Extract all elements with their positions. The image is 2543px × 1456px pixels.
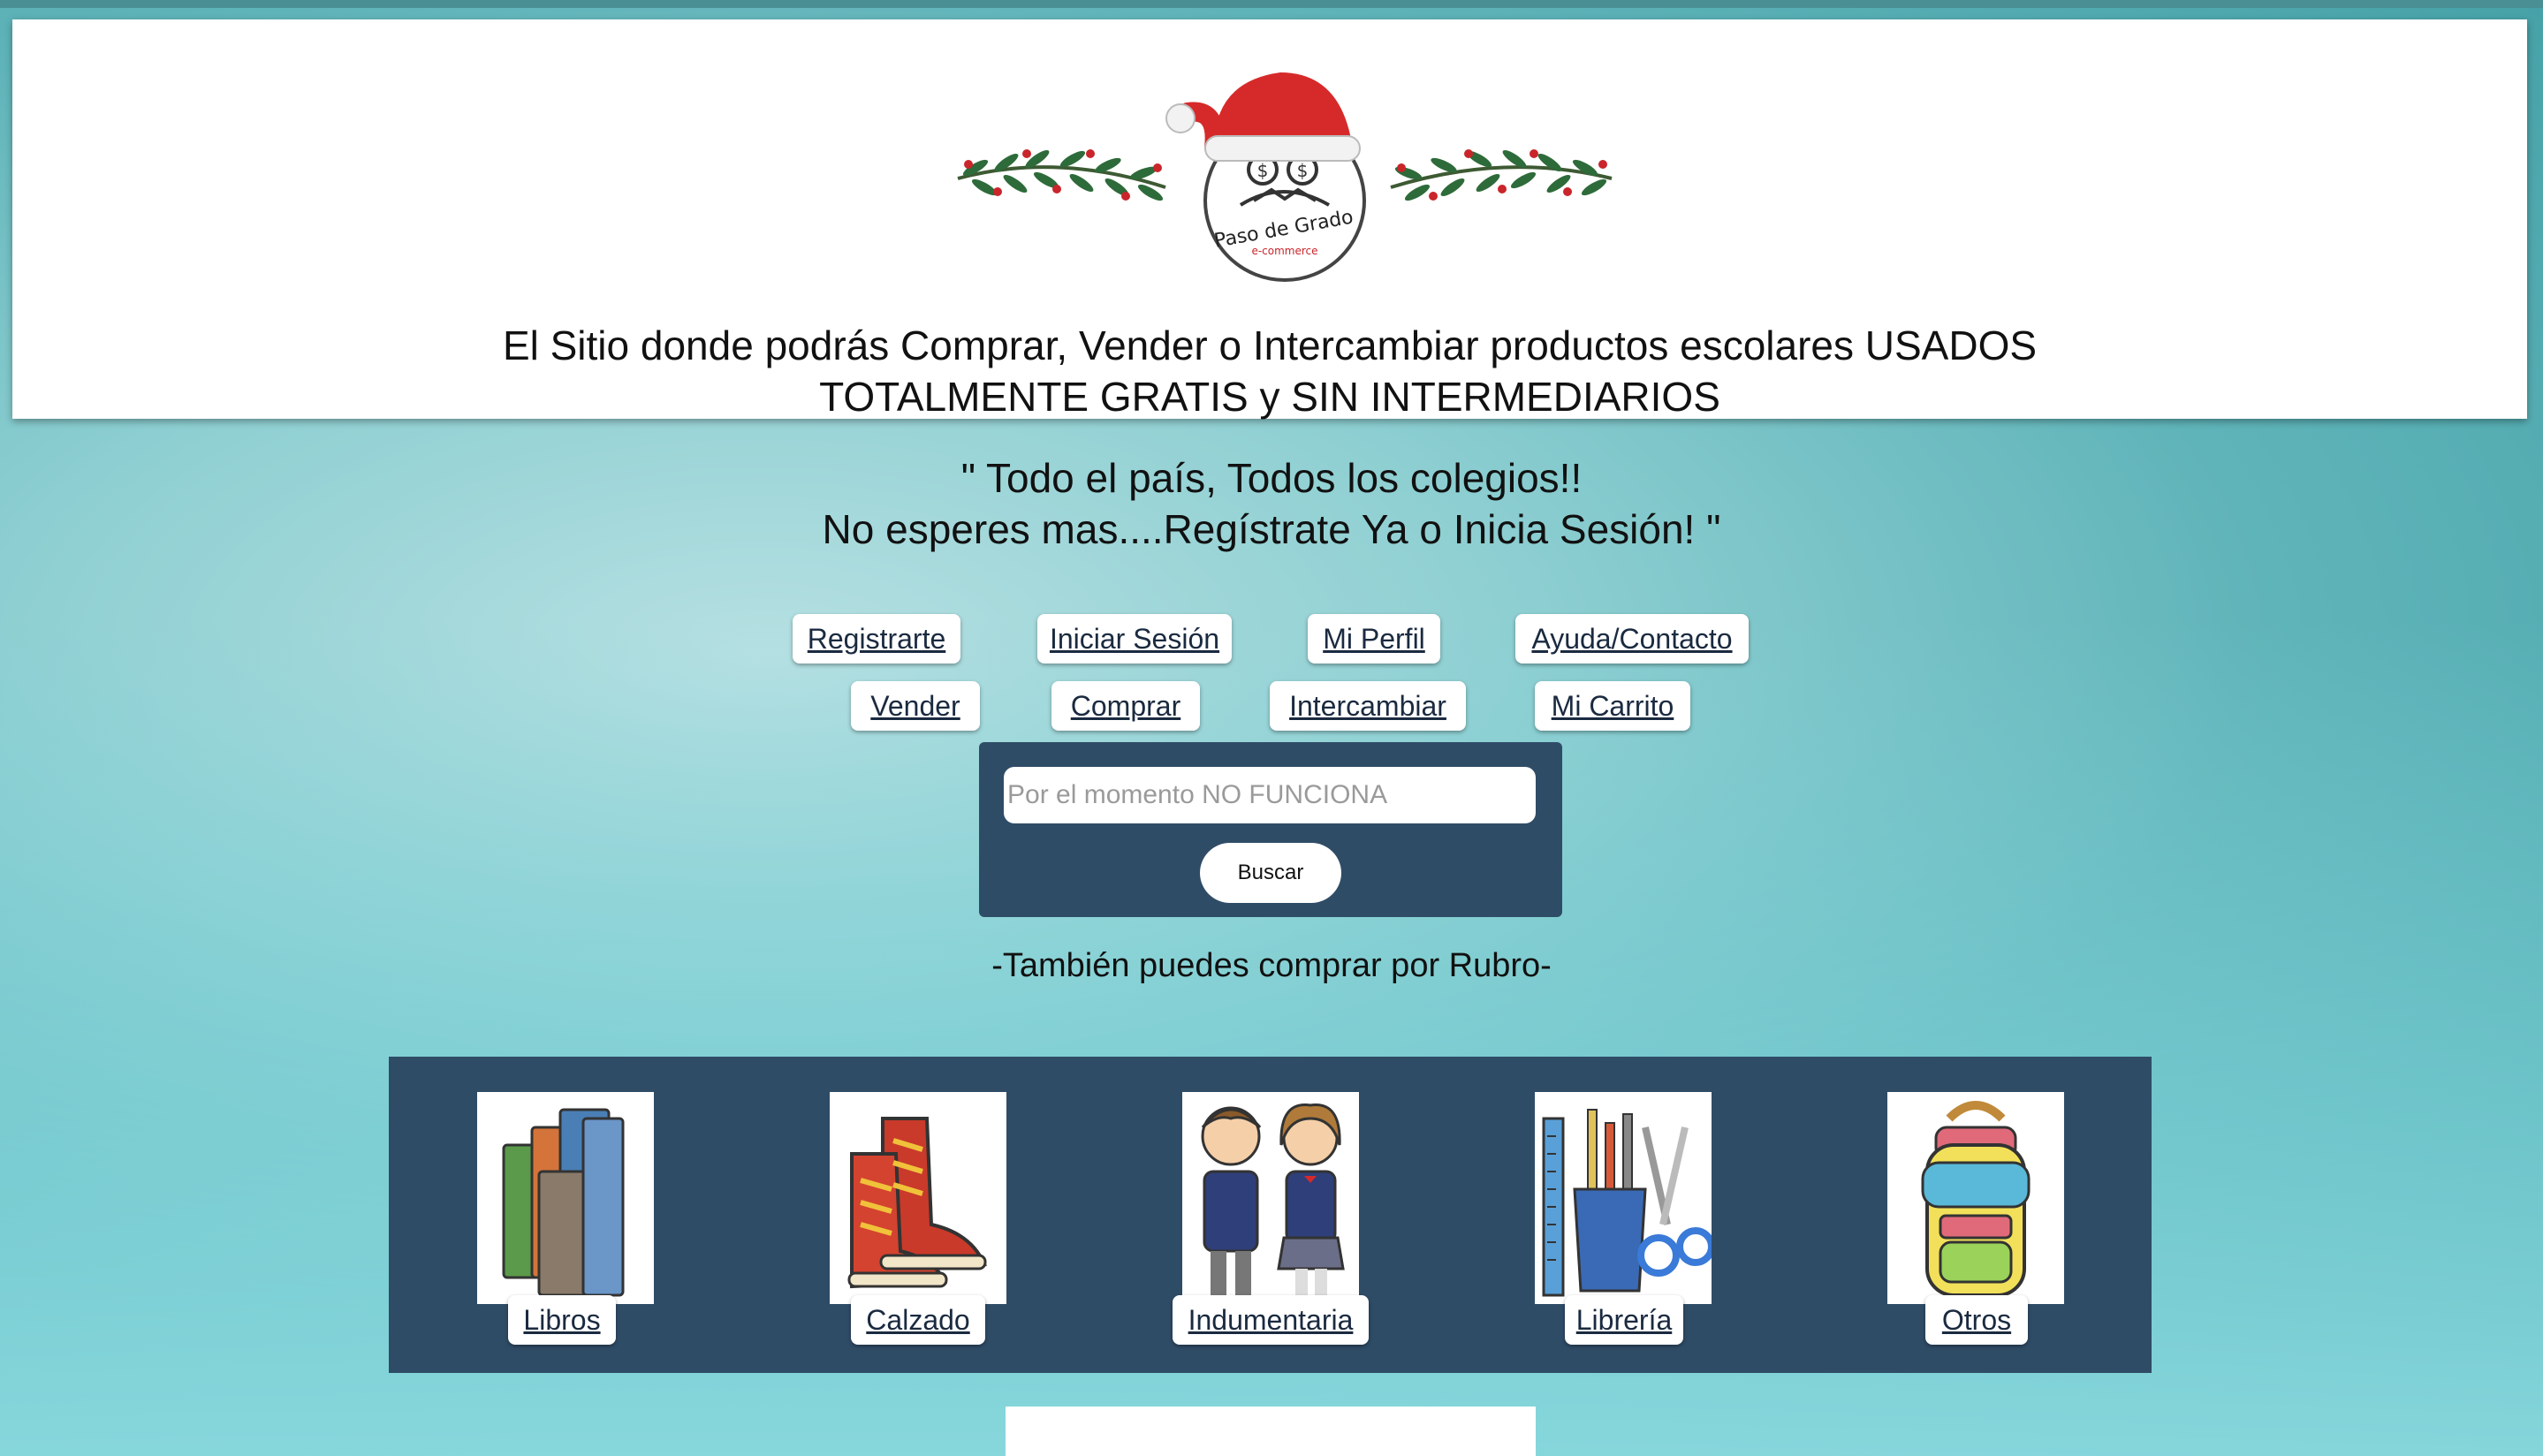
uniform-kids-icon [1201, 1103, 1345, 1295]
search-panel: Buscar [979, 742, 1562, 917]
tagline-line-1: El Sitio donde podrás Comprar, Vender o … [502, 322, 2038, 368]
svg-text:$: $ [1297, 160, 1309, 181]
slogan: " Todo el país, Todos los colegios!! No … [0, 452, 2543, 555]
nav-registrarte-button[interactable]: Registrarte [793, 614, 960, 664]
nav-vender-button[interactable]: Vender [851, 681, 980, 731]
top-strip [0, 0, 2543, 8]
nav-comprar-button[interactable]: Comprar [1051, 681, 1200, 731]
slogan-line-2: No esperes mas....Regístrate Ya o Inicia… [822, 506, 1721, 552]
category-section-title: -También puedes comprar por Rubro- [991, 947, 1552, 984]
search-button[interactable]: Buscar [1200, 843, 1341, 903]
right-garland-icon [1390, 149, 1613, 201]
stationery-icon [1542, 1109, 1712, 1297]
category-indumentaria-link[interactable]: Indumentaria [1173, 1295, 1369, 1345]
svg-text:$: $ [1257, 160, 1269, 181]
category-libros-link[interactable]: Libros [508, 1295, 616, 1345]
category-panel: Libros Calzado Indumentaria Librería Otr… [389, 1057, 2152, 1373]
search-input[interactable] [1004, 767, 1536, 823]
category-image-indumentaria[interactable] [1182, 1092, 1359, 1304]
santa-hat-icon [1165, 72, 1361, 162]
nav-iniciar-sesion-button[interactable]: Iniciar Sesión [1037, 614, 1232, 664]
svg-text:e-commerce: e-commerce [1251, 245, 1317, 257]
category-image-libreria[interactable] [1535, 1092, 1712, 1304]
category-calzado-link[interactable]: Calzado [851, 1295, 985, 1345]
header-banner: $ $ Paso de Grado e-commerce El Sitio do… [12, 19, 2527, 422]
nav-intercambiar-button[interactable]: Intercambiar [1270, 681, 1466, 731]
backpack-icon [1921, 1101, 2031, 1297]
nav-ayuda-contacto-button[interactable]: Ayuda/Contacto [1515, 614, 1749, 664]
category-image-otros[interactable] [1887, 1092, 2064, 1304]
shoes-icon [847, 1117, 987, 1289]
category-libreria-link[interactable]: Librería [1565, 1295, 1683, 1345]
logo[interactable]: $ $ Paso de Grado e-commerce [949, 55, 1621, 293]
tagline-line-2: TOTALMENTE GRATIS y SIN INTERMEDIARIOS [819, 374, 1720, 420]
books-icon [502, 1108, 625, 1297]
slogan-line-1: " Todo el país, Todos los colegios!! [960, 455, 1583, 501]
left-garland-icon [957, 149, 1166, 201]
category-image-calzado[interactable] [830, 1092, 1006, 1304]
nav-mi-carrito-button[interactable]: Mi Carrito [1535, 681, 1690, 731]
category-image-libros[interactable] [477, 1092, 654, 1304]
site-tagline: El Sitio donde podrás Comprar, Vender o … [12, 320, 2527, 422]
next-section-box [1006, 1407, 1536, 1456]
nav-mi-perfil-button[interactable]: Mi Perfil [1308, 614, 1440, 664]
category-otros-link[interactable]: Otros [1925, 1295, 2028, 1345]
christmas-logo-icon: $ $ Paso de Grado e-commerce [957, 72, 1613, 282]
